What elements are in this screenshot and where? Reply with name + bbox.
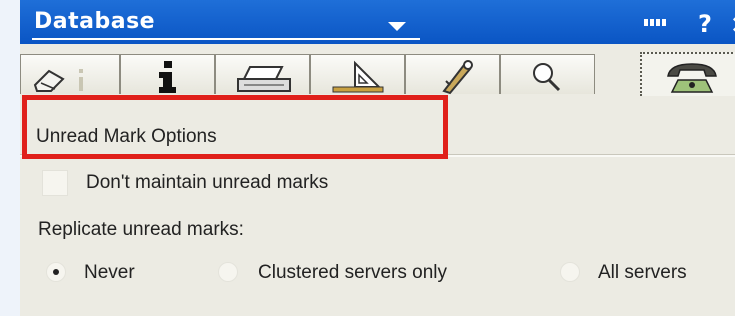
title-dropdown-underline bbox=[32, 38, 420, 40]
radio-clustered-servers-label[interactable]: Clustered servers only bbox=[258, 262, 447, 284]
radio-never-label[interactable]: Never bbox=[84, 262, 135, 284]
dont-maintain-unread-checkbox[interactable] bbox=[42, 170, 68, 196]
tab-design[interactable] bbox=[310, 54, 405, 94]
tab-print[interactable] bbox=[215, 54, 310, 94]
radio-clustered-servers[interactable] bbox=[218, 262, 238, 282]
eraser-icon bbox=[33, 69, 83, 92]
help-button[interactable]: ? bbox=[698, 10, 712, 38]
key-icon bbox=[442, 60, 473, 95]
radio-selected-dot bbox=[53, 269, 59, 275]
tab-basics[interactable] bbox=[20, 54, 120, 94]
highlight-annotation bbox=[22, 95, 448, 159]
tab-launch[interactable] bbox=[405, 54, 500, 95]
drafting-triangle-icon bbox=[332, 60, 384, 93]
window-title[interactable]: Database bbox=[34, 9, 155, 34]
tab-advanced[interactable] bbox=[640, 52, 735, 96]
title-bar: Database ? × bbox=[20, 0, 735, 44]
tab-strip bbox=[20, 52, 735, 96]
chevron-down-icon[interactable] bbox=[388, 22, 406, 31]
telephone-icon bbox=[667, 63, 717, 93]
radio-all-servers[interactable] bbox=[560, 262, 580, 282]
printer-icon bbox=[237, 66, 291, 92]
tab-info[interactable] bbox=[120, 54, 215, 94]
radio-never[interactable] bbox=[46, 262, 66, 282]
tab-full-text[interactable] bbox=[500, 54, 595, 94]
magnifier-icon bbox=[533, 63, 561, 92]
radio-all-servers-label[interactable]: All servers bbox=[598, 262, 687, 284]
close-button[interactable]: × bbox=[730, 10, 735, 38]
info-icon bbox=[159, 61, 176, 93]
replicate-unread-label: Replicate unread marks: bbox=[38, 219, 244, 240]
dont-maintain-unread-label[interactable]: Don't maintain unread marks bbox=[86, 172, 328, 194]
menu-grip-icon[interactable] bbox=[644, 19, 670, 26]
